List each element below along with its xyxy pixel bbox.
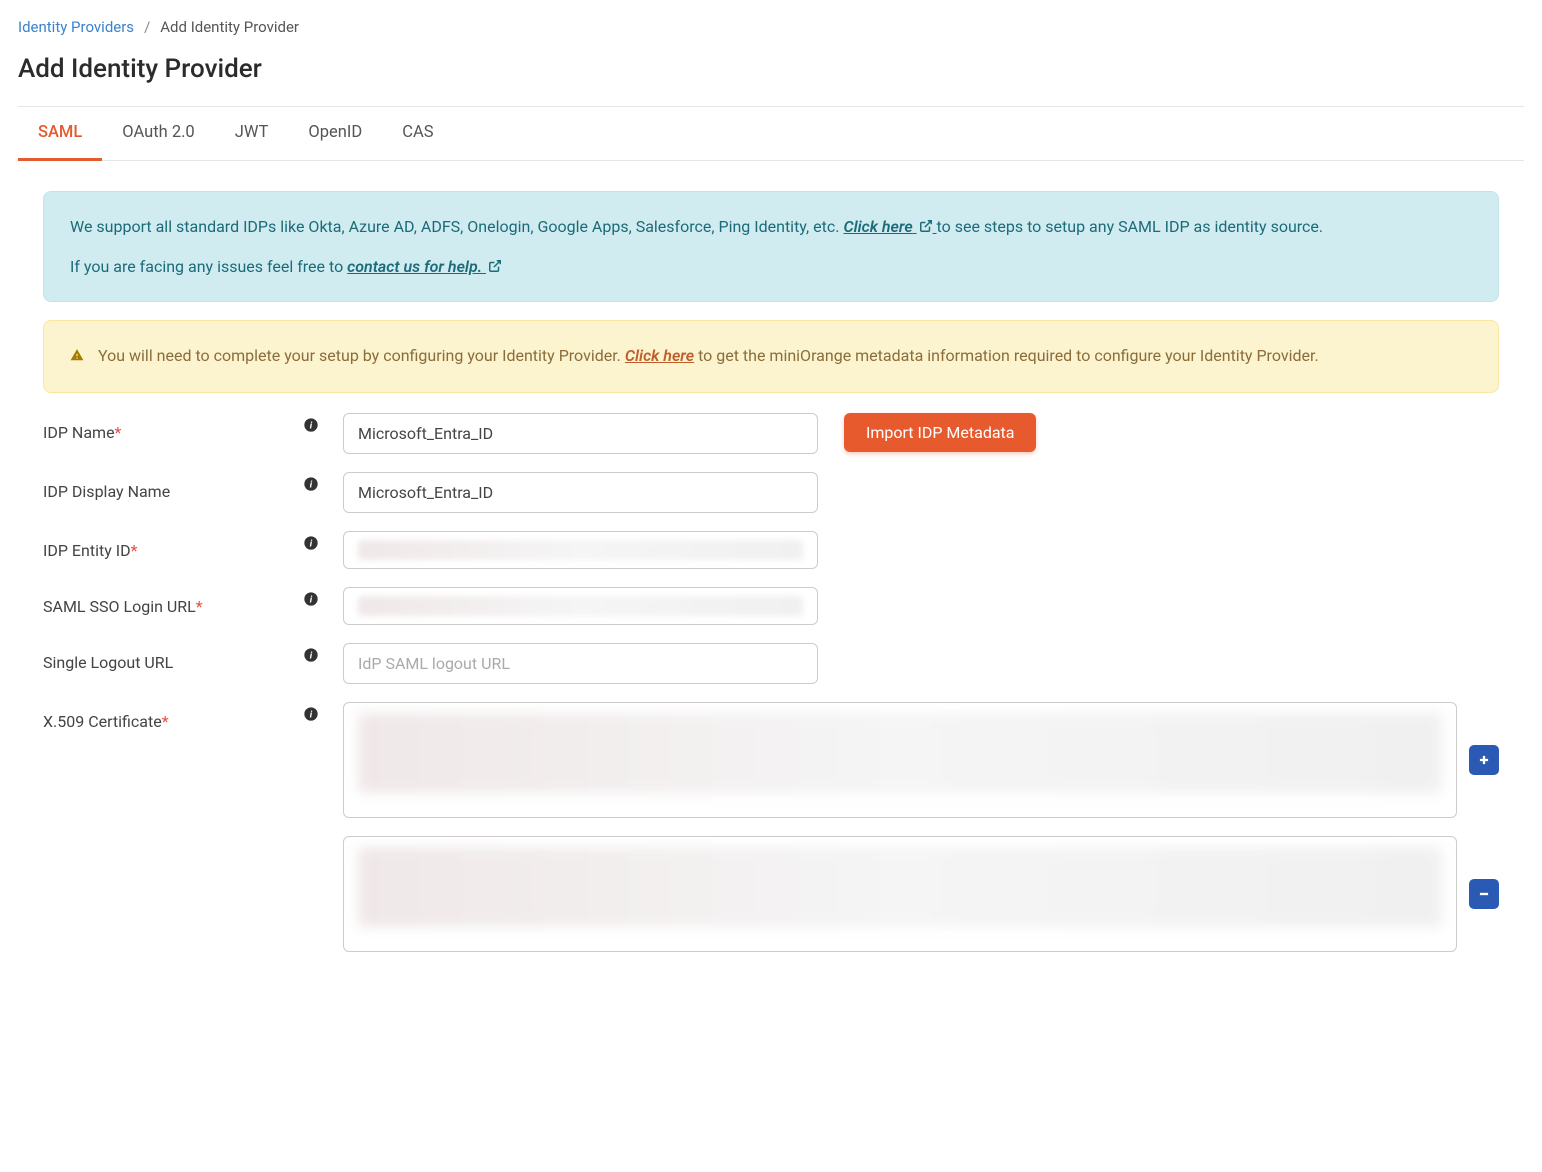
single-logout-url-field[interactable]	[343, 643, 818, 684]
info-icon[interactable]: i	[303, 706, 319, 722]
saml-sso-login-url-field[interactable]	[343, 587, 818, 625]
warning-link-metadata[interactable]: Click here	[625, 346, 694, 365]
minus-icon	[1477, 887, 1491, 901]
tab-openid[interactable]: OpenID	[288, 107, 382, 161]
warning-icon	[70, 343, 84, 369]
remove-certificate-button[interactable]	[1469, 879, 1499, 909]
breadcrumb-separator: /	[144, 18, 150, 36]
tab-cas[interactable]: CAS	[382, 107, 453, 161]
x509-certificate-field-2[interactable]	[343, 836, 1457, 952]
warning-text-2: to get the miniOrange metadata informati…	[698, 346, 1319, 365]
x509-certificate-field-1[interactable]	[343, 702, 1457, 818]
label-single-logout-url: Single Logout URL	[43, 643, 303, 672]
breadcrumb: Identity Providers / Add Identity Provid…	[18, 18, 1524, 36]
tab-jwt[interactable]: JWT	[215, 107, 289, 161]
info-icon[interactable]: i	[303, 476, 319, 492]
label-idp-entity-id: IDP Entity ID*	[43, 531, 303, 560]
info-alert: We support all standard IDPs like Okta, …	[43, 191, 1499, 302]
label-saml-sso-login-url: SAML SSO Login URL*	[43, 587, 303, 616]
info-link-setup[interactable]: Click here	[843, 217, 936, 236]
label-idp-display-name: IDP Display Name	[43, 472, 303, 501]
breadcrumb-current: Add Identity Provider	[160, 18, 299, 36]
info-icon[interactable]: i	[303, 417, 319, 433]
info-icon[interactable]: i	[303, 591, 319, 607]
import-idp-metadata-button[interactable]: Import IDP Metadata	[844, 413, 1036, 452]
idp-name-field[interactable]	[343, 413, 818, 454]
add-certificate-button[interactable]	[1469, 745, 1499, 775]
tab-oauth[interactable]: OAuth 2.0	[102, 107, 214, 161]
info-icon[interactable]: i	[303, 647, 319, 663]
info-icon[interactable]: i	[303, 535, 319, 551]
form: IDP Name* i Import IDP Metadata IDP Disp…	[43, 413, 1499, 952]
warning-alert: You will need to complete your setup by …	[43, 320, 1499, 392]
idp-display-name-field[interactable]	[343, 472, 818, 513]
warning-text-1: You will need to complete your setup by …	[98, 346, 625, 365]
tabs: SAML OAuth 2.0 JWT OpenID CAS	[18, 107, 1524, 161]
info-link-contact[interactable]: contact us for help.	[347, 257, 502, 276]
external-link-icon	[919, 219, 933, 233]
info-text-3: If you are facing any issues feel free t…	[70, 257, 347, 276]
info-text-1: We support all standard IDPs like Okta, …	[70, 217, 843, 236]
page-title: Add Identity Provider	[18, 54, 1524, 84]
plus-icon	[1477, 753, 1491, 767]
label-idp-name: IDP Name*	[43, 413, 303, 442]
idp-entity-id-field[interactable]	[343, 531, 818, 569]
external-link-icon	[488, 259, 502, 273]
info-text-2: to see steps to setup any SAML IDP as id…	[937, 217, 1324, 236]
tab-saml[interactable]: SAML	[18, 107, 102, 161]
breadcrumb-root-link[interactable]: Identity Providers	[18, 18, 134, 36]
label-x509-certificate: X.509 Certificate*	[43, 702, 303, 731]
